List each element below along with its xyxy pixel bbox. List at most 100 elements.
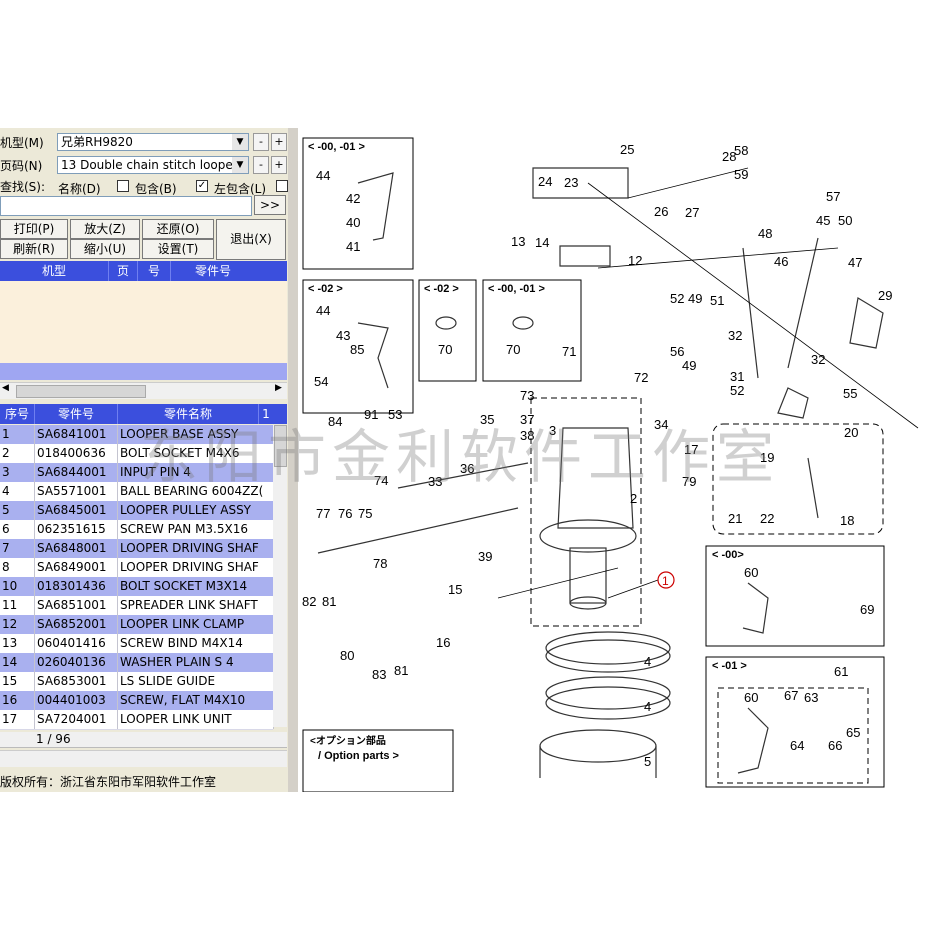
print-button[interactable]: 打印(P) [0, 219, 68, 239]
box-b-title: < -02 > [308, 283, 343, 295]
seq-cell: 4 [2, 482, 35, 501]
extra-checkbox[interactable] [276, 180, 288, 192]
part-number-cell: SA5571001 [37, 482, 118, 501]
seq-cell: 15 [2, 672, 35, 691]
part-number-cell: SA6841001 [37, 425, 118, 444]
left-contains-checkbox[interactable]: ✓ [196, 180, 208, 192]
seq-cell: 1 [2, 425, 35, 444]
contains-checkbox[interactable] [117, 180, 129, 192]
part-callout: 60 [744, 690, 758, 705]
part-name-cell: LOOPER DRIVING SHAF [120, 558, 274, 577]
part-number-cell: 026040136 [37, 653, 118, 672]
part-callout: 66 [828, 738, 842, 753]
table-row[interactable]: 14 026040136 WASHER PLAIN S 4 [0, 653, 274, 673]
model-minus-button[interactable]: - [253, 133, 269, 151]
part-number-cell: SA6851001 [37, 596, 118, 615]
part-callout: 73 [520, 388, 534, 403]
chevron-down-icon[interactable]: ▼ [232, 157, 248, 173]
part-callout: 23 [564, 175, 578, 190]
table-row[interactable]: 13 060401416 SCREW BIND M4X14 [0, 634, 274, 654]
part-callout: 60 [744, 565, 758, 580]
page-select[interactable]: 13 Double chain stitch looper m ▼ [57, 156, 249, 174]
pager-text: 1 / 96 [36, 732, 71, 746]
part-name-cell: SCREW PAN M3.5X16 [120, 520, 274, 539]
option-name[interactable]: 名称(D) [58, 180, 101, 197]
part-callout: 71 [562, 344, 576, 359]
part-callout: 26 [654, 204, 668, 219]
parts-hscrollbar[interactable] [0, 750, 287, 767]
part-number-cell: SA6852001 [37, 615, 118, 634]
box-a-title: < -00, -01 > [308, 141, 365, 153]
seq-cell: 17 [2, 710, 35, 729]
part-callout: 5 [644, 754, 651, 769]
part-number-cell: 062351615 [37, 520, 118, 539]
col-seq[interactable]: 序号 [0, 404, 35, 424]
part-number-cell: 018301436 [37, 577, 118, 596]
part-callout: 49 [682, 358, 696, 373]
results-hscrollbar[interactable]: ◀ ▶ [0, 382, 287, 399]
col-part-no[interactable]: 零件号 [35, 404, 118, 424]
search-input[interactable] [0, 196, 252, 216]
part-callout: 40 [346, 215, 360, 230]
col-part-number[interactable]: 零件号 [171, 261, 255, 281]
table-row[interactable]: 7 SA6848001 LOOPER DRIVING SHAF [0, 539, 274, 559]
table-row[interactable]: 12 SA6852001 LOOPER LINK CLAMP [0, 615, 274, 635]
part-number-cell: 004401003 [37, 691, 118, 710]
part-callout: 70 [506, 342, 520, 357]
inset-box-e [705, 545, 885, 647]
seq-cell: 7 [2, 539, 35, 558]
chevron-down-icon[interactable]: ▼ [232, 134, 248, 150]
seq-cell: 12 [2, 615, 35, 634]
exit-button[interactable]: 退出(X) [216, 219, 286, 260]
part-name-cell: LS SLIDE GUIDE [120, 672, 274, 691]
go-button[interactable]: >> [254, 195, 286, 215]
part-number-cell: SA6845001 [37, 501, 118, 520]
part-callout: 72 [634, 370, 648, 385]
part-callout: 81 [322, 594, 336, 609]
col-number[interactable]: 号 [138, 261, 171, 281]
table-row[interactable]: 6 062351615 SCREW PAN M3.5X16 [0, 520, 274, 540]
table-row[interactable]: 15 SA6853001 LS SLIDE GUIDE [0, 672, 274, 692]
table-row[interactable]: 17 SA7204001 LOOPER LINK UNIT [0, 710, 274, 730]
zoom-in-button[interactable]: 放大(Z) [70, 219, 140, 239]
table-row[interactable]: 11 SA6851001 SPREADER LINK SHAFT [0, 596, 274, 616]
col-model[interactable]: 机型 [0, 261, 109, 281]
part-callout: 46 [774, 254, 788, 269]
page-plus-button[interactable]: + [271, 156, 287, 174]
part-callout: 32 [811, 352, 825, 367]
seq-cell: 16 [2, 691, 35, 710]
part-callout: 31 [730, 369, 744, 384]
part-name-cell: BOLT SOCKET M3X14 [120, 577, 274, 596]
part-number-cell: 060401416 [37, 634, 118, 653]
part-callout: 4 [644, 654, 651, 669]
refresh-button[interactable]: 刷新(R) [0, 239, 68, 259]
page-minus-button[interactable]: - [253, 156, 269, 174]
box-c-title: < -02 > [424, 283, 459, 295]
part-name-cell: LOOPER DRIVING SHAF [120, 539, 274, 558]
part-callout: 27 [685, 205, 699, 220]
part-callout: 81 [394, 663, 408, 678]
settings-button[interactable]: 设置(T) [142, 239, 214, 259]
zoom-out-button[interactable]: 缩小(U) [70, 239, 140, 259]
restore-button[interactable]: 还原(O) [142, 219, 214, 239]
option-contains: 包含(B) [135, 182, 177, 196]
part-callout: 85 [350, 342, 364, 357]
model-select[interactable]: 兄弟RH9820 ▼ [57, 133, 249, 151]
part-callout: 76 [338, 506, 352, 521]
table-row[interactable]: 10 018301436 BOLT SOCKET M3X14 [0, 577, 274, 597]
part-number-cell: SA7204001 [37, 710, 118, 729]
part-callout: 58 [734, 143, 748, 158]
part-callout: 54 [314, 374, 328, 389]
results-footer [0, 363, 287, 380]
seq-cell: 2 [2, 444, 35, 463]
scroll-right-icon[interactable]: ▶ [275, 383, 282, 393]
model-plus-button[interactable]: + [271, 133, 287, 151]
part-callout: 80 [340, 648, 354, 663]
part-callout: 57 [826, 189, 840, 204]
table-row[interactable]: 16 004401003 SCREW, FLAT M4X10 [0, 691, 274, 711]
scroll-thumb[interactable] [16, 385, 146, 398]
table-row[interactable]: 8 SA6849001 LOOPER DRIVING SHAF [0, 558, 274, 578]
table-row[interactable]: 5 SA6845001 LOOPER PULLEY ASSY [0, 501, 274, 521]
col-page[interactable]: 页 [109, 261, 138, 281]
scroll-left-icon[interactable]: ◀ [2, 383, 9, 393]
